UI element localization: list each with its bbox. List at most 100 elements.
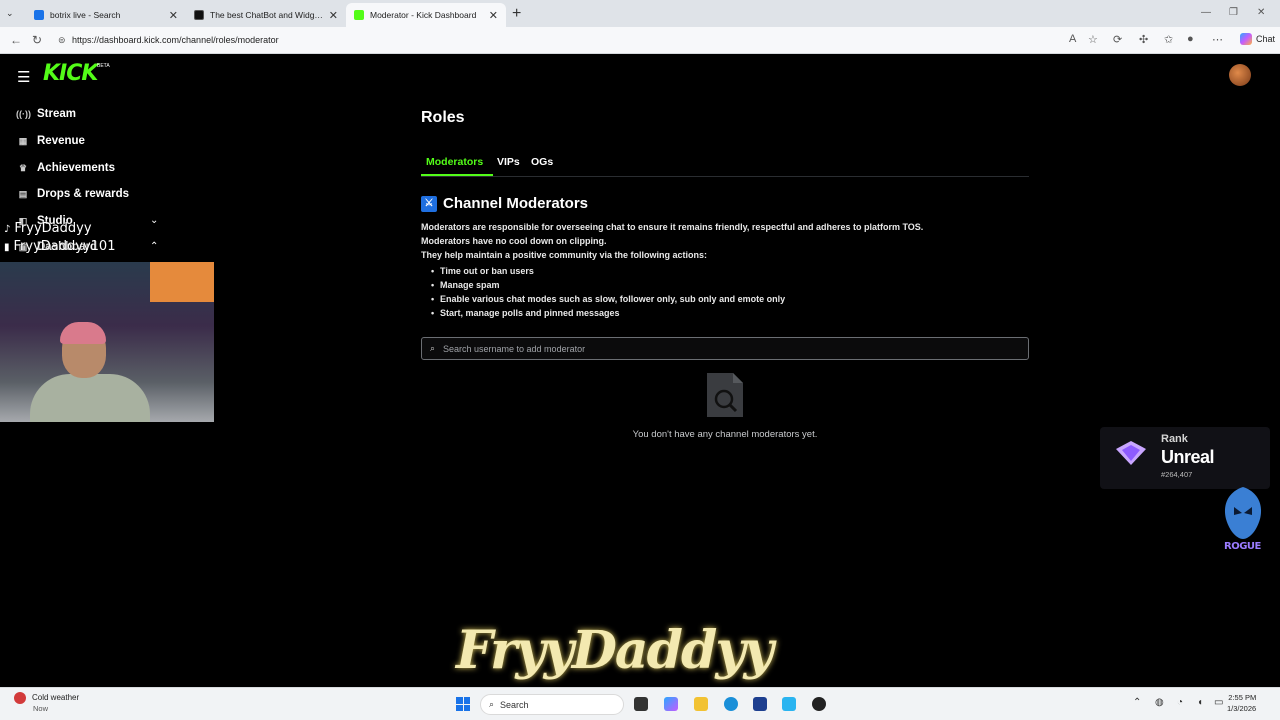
search-icon: ⌕ [430, 343, 436, 353]
stream-icon: ((·)) [16, 109, 31, 119]
chatbot-favicon-icon [194, 10, 204, 20]
moderator-search-box[interactable]: ⌕ [421, 337, 1029, 360]
description-line: Moderators have no cool down on clipping… [421, 236, 607, 246]
close-tab-icon[interactable]: ✕ [329, 9, 338, 22]
close-tab-icon[interactable]: ✕ [489, 9, 498, 22]
sword-icon: ⚔ [421, 195, 437, 212]
weather-alert-icon [14, 692, 26, 704]
copilot-chat-button[interactable]: Chat [1240, 33, 1275, 45]
extensions-icon[interactable]: ✣ [1139, 33, 1148, 46]
refresh-page-icon[interactable]: ⟳ [1113, 33, 1122, 46]
more-menu-icon[interactable]: ⋯ [1212, 33, 1223, 46]
windows-start-icon[interactable] [456, 697, 470, 711]
rogue-mascot-icon [1224, 487, 1262, 539]
kick-logo[interactable]: KICK [43, 61, 98, 86]
beta-badge: BETA [97, 63, 110, 69]
system-clock[interactable]: 2:55 PM 1/3/2026 [1227, 692, 1256, 714]
role-tabs: Moderators VIPs OGs [421, 153, 1029, 177]
chevron-up-icon[interactable]: ⌃ [150, 241, 158, 252]
address-bar-url[interactable]: https://dashboard.kick.com/channel/roles… [72, 35, 279, 45]
tiktok-username: FryyDaddyy [14, 221, 92, 236]
list-item: Time out or ban users [431, 266, 785, 280]
favorite-star-icon[interactable]: ☆ [1088, 33, 1098, 46]
weather-widget[interactable]: Cold weather Now [14, 692, 79, 713]
network-icon[interactable]: ◍ [1155, 697, 1164, 708]
twitch-username: FryyDaddyy101 [13, 239, 116, 254]
browser-tab[interactable]: The best ChatBot and Widgets fo ✕ [186, 3, 346, 27]
description-line: Moderators are responsible for overseein… [421, 222, 924, 232]
tiktok-icon: ♪ [4, 224, 11, 235]
file-explorer-icon[interactable] [694, 697, 708, 711]
menu-hamburger-icon[interactable]: ☰ [17, 68, 30, 86]
sidebar-item-drops[interactable]: ▤ Drops & rewards [16, 188, 129, 200]
tab-list-chevron-icon[interactable]: ⌄ [6, 8, 14, 19]
rank-value: Unreal [1161, 447, 1215, 467]
search-input[interactable] [443, 340, 1013, 357]
copilot-app-icon[interactable] [664, 697, 678, 711]
sidebar-item-label: Achievements [37, 162, 115, 174]
tab-title: Moderator - Kick Dashboard [370, 10, 477, 20]
sidebar-item-label: Stream [37, 108, 76, 120]
tab-title: The best ChatBot and Widgets fo [210, 10, 325, 20]
new-tab-button[interactable]: + [512, 5, 521, 23]
sidebar-item-stream[interactable]: ((·)) Stream [16, 108, 76, 120]
twitch-icon: ▮ [4, 242, 10, 253]
copilot-icon [1240, 33, 1252, 45]
user-avatar[interactable] [1229, 64, 1251, 86]
app-icon[interactable] [753, 697, 767, 711]
streamer-name-overlay: FryyDaddyy [456, 620, 774, 681]
browser-tab-active[interactable]: Moderator - Kick Dashboard ✕ [346, 3, 506, 27]
empty-state-message: You don't have any channel moderators ye… [632, 429, 818, 440]
gift-icon: ▤ [18, 188, 28, 199]
list-item: Start, manage polls and pinned messages [431, 308, 785, 322]
reload-icon[interactable]: ↻ [32, 33, 42, 47]
tray-chevron-up-icon[interactable]: ⌃ [1133, 697, 1141, 708]
section-title: ⚔ Channel Moderators [421, 195, 588, 212]
tab-title: botrix live - Search [50, 10, 121, 20]
back-icon[interactable]: ← [10, 33, 22, 47]
sidebar-item-revenue[interactable]: ▦ Revenue [16, 135, 85, 147]
task-view-icon[interactable] [634, 697, 648, 711]
site-info-icon[interactable]: ⊜ [58, 35, 66, 46]
sidebar-item-label: Drops & rewards [37, 188, 130, 200]
close-window-icon[interactable]: ✕ [1257, 7, 1265, 18]
favorites-icon[interactable]: ✩ [1164, 33, 1173, 46]
read-aloud-icon[interactable]: A [1069, 33, 1076, 45]
active-tab-indicator [421, 174, 493, 176]
windows-taskbar: Cold weather Now ⌕ Search ⌃ ◍ ◔ ◖ ▭ 2:55… [0, 687, 1280, 720]
wifi-icon[interactable]: ◔ [1177, 697, 1183, 708]
search-favicon-icon [34, 10, 44, 20]
app-icon[interactable] [782, 697, 796, 711]
rank-overlay: Rank Unreal #264,407 [1100, 427, 1270, 489]
sidebar-item-achievements[interactable]: ♛ Achievements [16, 162, 115, 174]
browser-toolbar: ← ↻ ⊜ https://dashboard.kick.com/channel… [0, 27, 1280, 54]
weather-subtext: Now [33, 704, 49, 713]
tab-ogs[interactable]: OGs [531, 156, 553, 168]
moderator-actions-list: Time out or ban users Manage spam Enable… [431, 266, 785, 322]
taskbar-search-label: Search [500, 699, 529, 710]
battery-icon[interactable]: ▭ [1214, 697, 1223, 708]
rank-position: #264,407 [1161, 470, 1193, 479]
tab-vips[interactable]: VIPs [497, 156, 520, 168]
edge-app-icon[interactable] [724, 697, 738, 711]
volume-icon[interactable]: ◖ [1197, 697, 1203, 708]
weather-text: Cold weather [32, 693, 80, 703]
browser-tab-bar: ⌄ botrix live - Search ✕ The best ChatBo… [0, 0, 1280, 27]
chevron-down-icon[interactable]: ⌄ [150, 215, 158, 226]
taskbar-search[interactable]: ⌕ Search [480, 694, 624, 715]
search-icon: ⌕ [489, 699, 495, 709]
description-line: They help maintain a positive community … [421, 250, 708, 260]
obs-app-icon[interactable] [812, 697, 826, 711]
close-tab-icon[interactable]: ✕ [169, 9, 178, 22]
minimize-icon[interactable]: — [1201, 7, 1211, 18]
twitch-username-overlay: ▮ FryyDaddyy101 [4, 239, 115, 254]
section-title-text: Channel Moderators [443, 195, 589, 212]
rogue-text: ROGUE [1224, 541, 1261, 552]
tiktok-username-overlay: ♪ FryyDaddyy [4, 221, 92, 236]
restore-icon[interactable]: ❐ [1229, 7, 1238, 18]
browser-tab[interactable]: botrix live - Search ✕ [26, 3, 186, 27]
chat-label: Chat [1256, 34, 1276, 44]
profile-icon[interactable]: ● [1187, 33, 1194, 45]
tab-moderators[interactable]: Moderators [426, 156, 483, 168]
kick-favicon-icon [354, 10, 364, 20]
